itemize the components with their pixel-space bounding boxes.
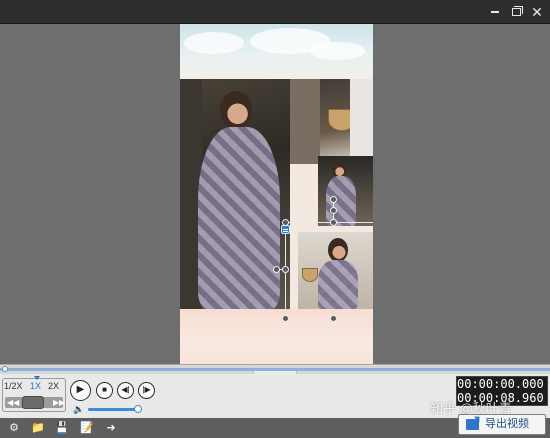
- scrubber-knob[interactable]: [22, 396, 44, 409]
- resize-handle[interactable]: [273, 266, 280, 273]
- settings-icon[interactable]: ⚙: [6, 420, 22, 436]
- preview-canvas[interactable]: [180, 24, 373, 364]
- resize-handle[interactable]: [282, 315, 289, 322]
- resize-handle[interactable]: [330, 219, 337, 226]
- stop-icon: ■: [102, 385, 107, 394]
- resize-handle[interactable]: [330, 315, 337, 322]
- sky-background: [180, 24, 373, 79]
- photo-layer-bottom[interactable]: [298, 232, 373, 309]
- window-light: [350, 79, 373, 164]
- previous-frame-button[interactable]: ◀|: [117, 382, 134, 399]
- step-back-icon: ◀|: [121, 385, 130, 394]
- rewind-icon[interactable]: ◀◀: [7, 397, 19, 408]
- resize-handle[interactable]: [330, 207, 337, 214]
- figure-head: [220, 91, 252, 129]
- close-icon: ✕: [531, 4, 543, 20]
- volume-knob[interactable]: [134, 405, 142, 413]
- maximize-button[interactable]: [508, 3, 526, 21]
- play-button[interactable]: ▶: [70, 380, 91, 401]
- speed-half[interactable]: 1/2X: [4, 381, 23, 391]
- selection-guide-bottom: [285, 322, 373, 323]
- export-video-button[interactable]: 导出视频: [458, 414, 546, 435]
- share-icon[interactable]: ➜: [103, 420, 119, 436]
- preview-stage: [0, 24, 550, 364]
- volume-icon[interactable]: 🔈: [73, 404, 84, 415]
- video-editor-window: ✕ 1/2X 1X 2X ◀◀ ▶▶ ▶ ■ ◀| |▶ 🔈 00:00:00.…: [0, 0, 550, 438]
- next-frame-button[interactable]: |▶: [138, 382, 155, 399]
- play-icon: ▶: [76, 384, 85, 395]
- photo-layer-middle[interactable]: [318, 156, 373, 226]
- minimize-button[interactable]: [486, 3, 504, 21]
- anchor-handle[interactable]: [281, 225, 290, 234]
- current-time: 00:00:00.000: [457, 377, 544, 391]
- selection-guide-top: [285, 222, 373, 223]
- minimize-icon: [491, 11, 499, 13]
- photo-layer-main[interactable]: [180, 79, 290, 309]
- figure-head-bottom: [328, 238, 348, 262]
- resize-handle[interactable]: [282, 219, 289, 226]
- save-as-icon[interactable]: 📝: [79, 420, 95, 436]
- export-icon: [466, 419, 479, 430]
- brick-wall: [290, 79, 320, 164]
- stop-button[interactable]: ■: [96, 382, 113, 399]
- floor-background: [180, 309, 373, 364]
- straw-bag-small: [302, 268, 318, 282]
- resize-handle[interactable]: [282, 266, 289, 273]
- resize-handle[interactable]: [330, 196, 337, 203]
- speed-double[interactable]: 2X: [48, 381, 59, 391]
- open-folder-icon[interactable]: 📁: [30, 420, 46, 436]
- volume-slider[interactable]: [88, 408, 138, 411]
- cloud: [184, 32, 244, 54]
- fast-forward-icon[interactable]: ▶▶: [53, 397, 65, 408]
- export-video-label: 导出视频: [485, 418, 529, 430]
- cloud: [310, 42, 365, 60]
- maximize-icon-front: [512, 8, 521, 16]
- save-icon[interactable]: 💾: [54, 420, 70, 436]
- figure-dress: [198, 127, 280, 309]
- photo-layer-top-right[interactable]: [290, 79, 373, 164]
- speed-indicator-icon: [34, 376, 40, 380]
- close-button[interactable]: ✕: [528, 3, 546, 21]
- step-forward-icon: |▶: [142, 385, 151, 394]
- speed-normal[interactable]: 1X: [30, 381, 41, 391]
- playhead[interactable]: [2, 366, 8, 372]
- figure-dress-bottom: [318, 260, 358, 309]
- title-bar: ✕: [0, 0, 550, 24]
